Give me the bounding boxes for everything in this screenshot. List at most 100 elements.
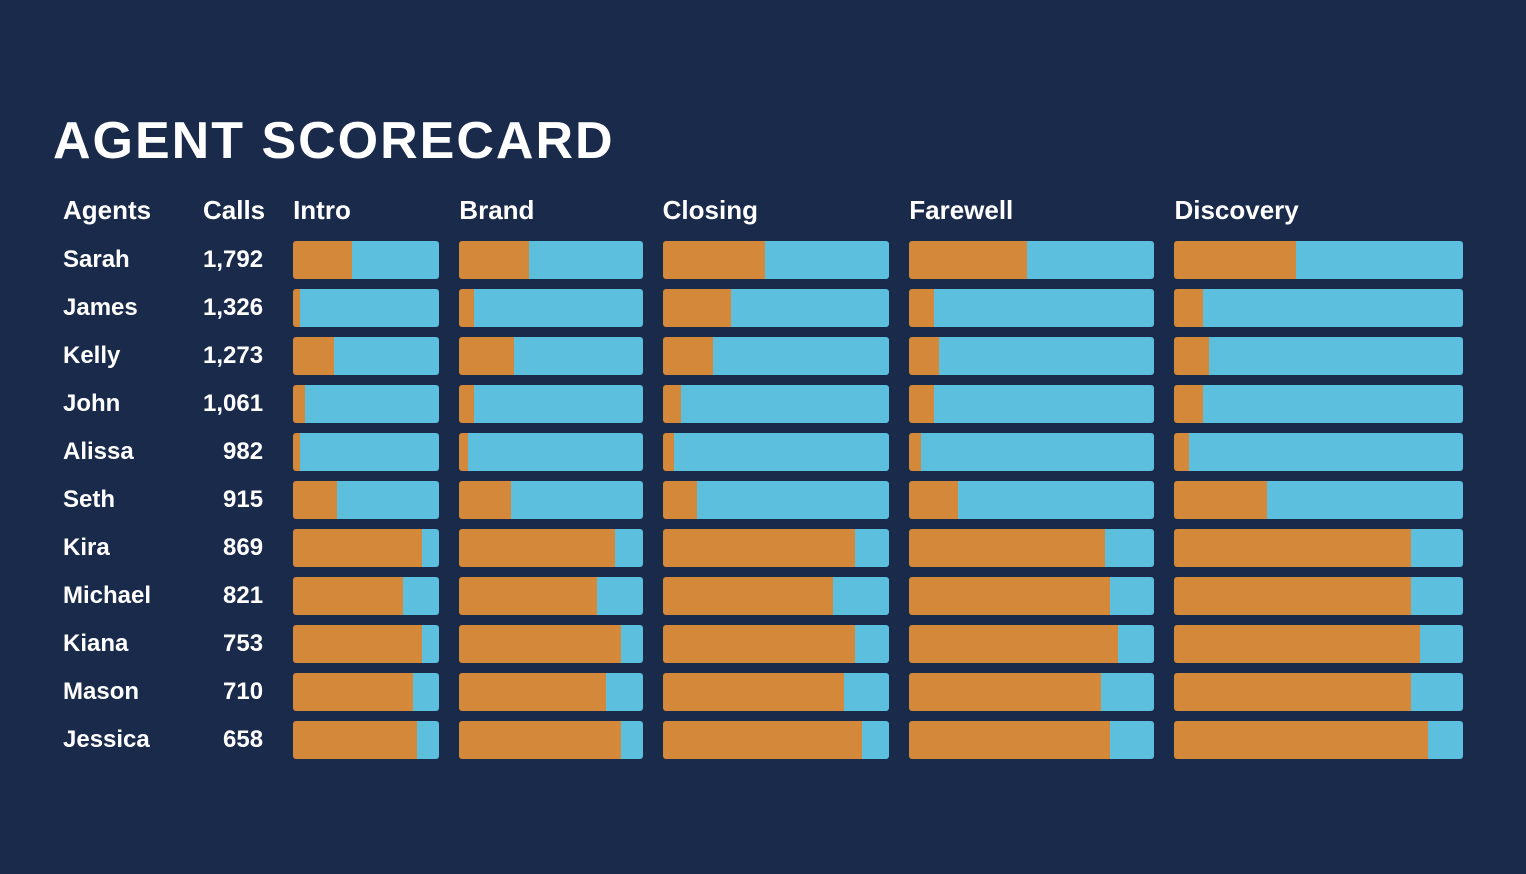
agent-name: Michael [53, 572, 193, 620]
bar-cell-farewell [899, 572, 1164, 620]
bar-orange-farewell [909, 433, 921, 471]
bar-farewell [909, 673, 1154, 711]
bar-cell-brand [449, 380, 652, 428]
bar-orange-closing [663, 625, 856, 663]
bar-blue-brand [468, 433, 642, 471]
bar-cell-discovery [1164, 524, 1473, 572]
bar-closing [663, 385, 890, 423]
bar-orange-discovery [1174, 481, 1266, 519]
agent-name: Kira [53, 524, 193, 572]
bar-blue-discovery [1209, 337, 1463, 375]
bar-blue-discovery [1411, 577, 1463, 615]
bar-blue-farewell [1105, 529, 1154, 567]
bar-blue-closing [862, 721, 889, 759]
bar-cell-closing [653, 284, 900, 332]
bar-orange-brand [459, 481, 510, 519]
bar-discovery [1174, 289, 1463, 327]
bar-cell-farewell [899, 668, 1164, 716]
bar-orange-farewell [909, 673, 1100, 711]
bar-cell-brand [449, 620, 652, 668]
bar-blue-farewell [921, 433, 1154, 471]
col-header-discovery: Discovery [1164, 189, 1473, 236]
bar-discovery [1174, 625, 1463, 663]
bar-orange-brand [459, 721, 620, 759]
bar-orange-brand [459, 289, 474, 327]
bar-orange-closing [663, 577, 833, 615]
bar-orange-intro [293, 433, 300, 471]
bar-cell-farewell [899, 620, 1164, 668]
bar-cell-closing [653, 524, 900, 572]
bar-farewell [909, 481, 1154, 519]
bar-blue-farewell [934, 289, 1155, 327]
bar-cell-farewell [899, 236, 1164, 284]
bar-discovery [1174, 241, 1463, 279]
bar-blue-intro [305, 385, 440, 423]
bar-cell-brand [449, 284, 652, 332]
bar-farewell [909, 289, 1154, 327]
table-row: Alissa982 [53, 428, 1473, 476]
col-header-closing: Closing [653, 189, 900, 236]
bar-blue-closing [681, 385, 889, 423]
bar-blue-intro [337, 481, 439, 519]
bar-cell-discovery [1164, 716, 1473, 764]
bar-orange-intro [293, 241, 351, 279]
agent-name: Jessica [53, 716, 193, 764]
bar-cell-closing [653, 668, 900, 716]
bar-blue-discovery [1267, 481, 1463, 519]
bar-blue-closing [674, 433, 889, 471]
bar-blue-brand [597, 577, 643, 615]
bar-cell-intro [283, 332, 449, 380]
bar-blue-brand [474, 385, 643, 423]
bar-orange-intro [293, 337, 334, 375]
bar-blue-intro [300, 433, 439, 471]
bar-blue-discovery [1296, 241, 1463, 279]
bar-orange-brand [459, 625, 620, 663]
bar-blue-closing [765, 241, 890, 279]
bar-cell-intro [283, 524, 449, 572]
bar-cell-farewell [899, 284, 1164, 332]
bar-cell-discovery [1164, 476, 1473, 524]
bar-brand [459, 385, 642, 423]
bar-discovery [1174, 433, 1463, 471]
bar-blue-discovery [1411, 529, 1463, 567]
bar-cell-closing [653, 620, 900, 668]
bar-cell-closing [653, 380, 900, 428]
bar-cell-brand [449, 668, 652, 716]
bar-blue-closing [844, 673, 889, 711]
bar-blue-intro [417, 721, 439, 759]
agent-calls: 710 [193, 668, 283, 716]
bar-orange-brand [459, 385, 474, 423]
bar-farewell [909, 385, 1154, 423]
bar-cell-closing [653, 716, 900, 764]
bar-orange-intro [293, 721, 417, 759]
bar-cell-intro [283, 284, 449, 332]
bar-orange-brand [459, 433, 468, 471]
bar-intro [293, 721, 439, 759]
bar-orange-farewell [909, 625, 1117, 663]
agent-calls: 869 [193, 524, 283, 572]
bar-orange-brand [459, 673, 606, 711]
bar-cell-closing [653, 236, 900, 284]
table-row: Mason710 [53, 668, 1473, 716]
bar-blue-closing [833, 577, 890, 615]
bar-brand [459, 289, 642, 327]
agent-name: Alissa [53, 428, 193, 476]
bar-cell-brand [449, 236, 652, 284]
bar-discovery [1174, 481, 1463, 519]
bar-blue-intro [422, 529, 440, 567]
bar-farewell [909, 337, 1154, 375]
table-row: John1,061 [53, 380, 1473, 428]
bar-blue-discovery [1189, 433, 1463, 471]
table-row: James1,326 [53, 284, 1473, 332]
bar-blue-closing [713, 337, 890, 375]
bar-blue-brand [621, 721, 643, 759]
bar-orange-intro [293, 289, 300, 327]
bar-blue-brand [474, 289, 643, 327]
bar-intro [293, 289, 439, 327]
bar-brand [459, 721, 642, 759]
table-row: Kiana753 [53, 620, 1473, 668]
bar-cell-intro [283, 572, 449, 620]
bar-orange-closing [663, 241, 765, 279]
bar-cell-intro [283, 428, 449, 476]
bar-intro [293, 481, 439, 519]
